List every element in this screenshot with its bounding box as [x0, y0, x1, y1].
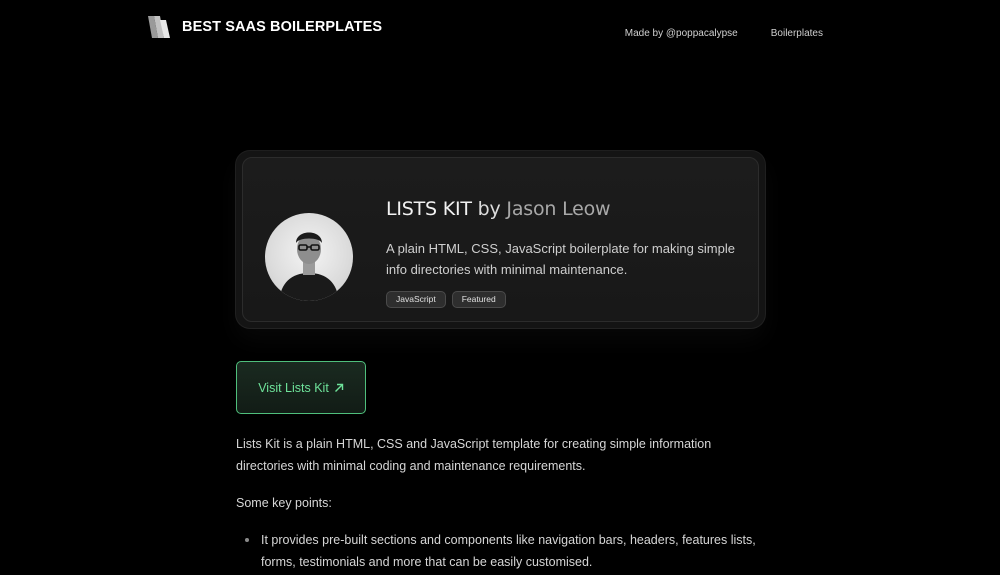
tag-featured[interactable]: Featured: [451, 291, 506, 308]
product-title: LISTS KIT by Jason Leow: [386, 198, 611, 220]
tag-list: JavaScript Featured: [386, 291, 506, 308]
product-details: Lists Kit is a plain HTML, CSS and JavaS…: [236, 433, 766, 573]
brand-link[interactable]: BEST SAAS BOILERPLATES: [148, 16, 382, 38]
product-name: LISTS KIT: [386, 198, 472, 220]
stacked-bars-logo-icon: [148, 16, 170, 38]
top-nav: Made by @poppacalypse Boilerplates: [625, 28, 823, 39]
product-description: A plain HTML, CSS, JavaScript boilerplat…: [386, 241, 735, 277]
visit-lists-kit-button[interactable]: Visit Lists Kit: [236, 361, 366, 414]
arrow-up-right-icon: [334, 383, 344, 392]
list-item: It provides pre-built sections and compo…: [245, 529, 766, 573]
nav-made-by-link[interactable]: Made by @poppacalypse: [625, 28, 738, 39]
product-card-frame: LISTS KIT by Jason Leow A plain HTML, CS…: [236, 151, 765, 328]
tag-javascript[interactable]: JavaScript: [386, 291, 446, 308]
title-by: by: [477, 198, 501, 220]
author-avatar: [265, 213, 353, 301]
page: BEST SAAS BOILERPLATES Made by @poppacal…: [0, 0, 1000, 575]
key-points-heading: Some key points:: [236, 496, 332, 510]
visit-button-label: Visit Lists Kit: [258, 380, 329, 395]
brand-name: BEST SAAS BOILERPLATES: [182, 19, 383, 35]
author-photo-icon: [279, 232, 339, 301]
site-header: BEST SAAS BOILERPLATES Made by @poppacal…: [148, 16, 828, 40]
author-name: Jason Leow: [506, 198, 611, 220]
intro-paragraph: Lists Kit is a plain HTML, CSS and JavaS…: [236, 437, 712, 473]
product-card: LISTS KIT by Jason Leow A plain HTML, CS…: [242, 157, 759, 322]
key-points-list: It provides pre-built sections and compo…: [236, 529, 766, 573]
nav-boilerplates-link[interactable]: Boilerplates: [771, 28, 823, 39]
